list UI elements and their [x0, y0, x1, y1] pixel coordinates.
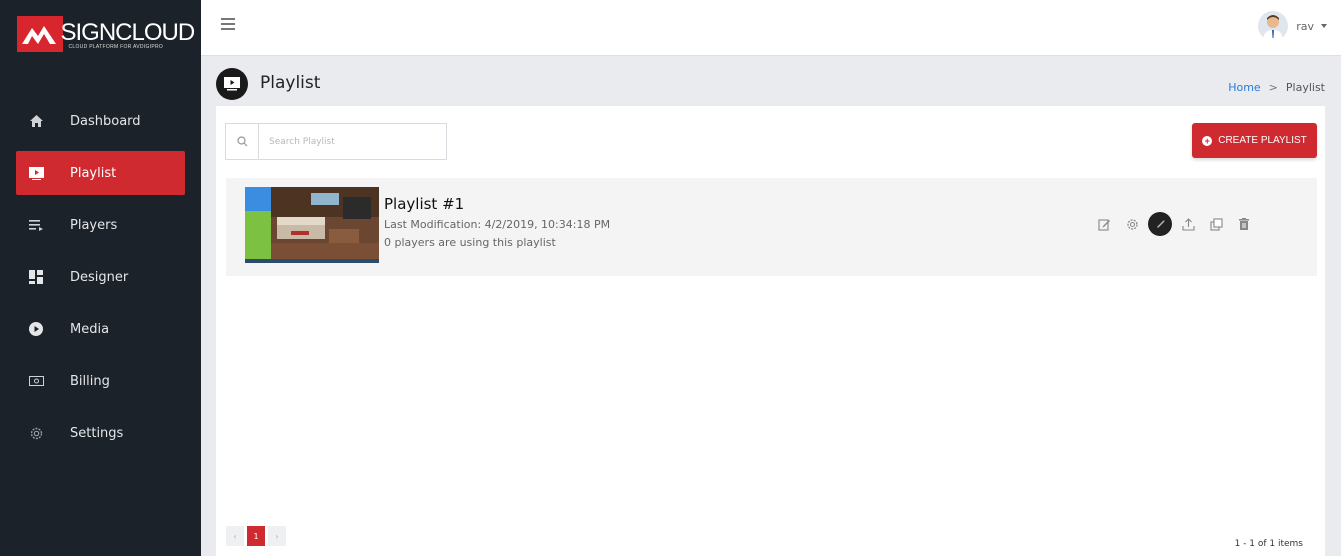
- breadcrumb-home-link[interactable]: Home: [1228, 81, 1260, 94]
- players-icon: [28, 217, 44, 233]
- username: rav: [1296, 19, 1314, 33]
- sidebar-item-players[interactable]: Players: [16, 203, 185, 247]
- pagination: ‹ 1 ›: [226, 526, 289, 546]
- media-icon: [28, 321, 44, 337]
- designer-icon: [28, 269, 44, 285]
- playlist-actions: [1092, 212, 1260, 236]
- sidebar-item-label: Players: [70, 217, 118, 233]
- gear-icon[interactable]: [1120, 212, 1144, 236]
- logo[interactable]: SIGNCLOUD CLOUD PLATFORM FOR AVDIGIPRO: [16, 14, 195, 54]
- pagination-summary: 1 - 1 of 1 items: [1234, 539, 1303, 549]
- gear-icon: [28, 425, 44, 441]
- chevron-down-icon: [1321, 24, 1327, 28]
- sidebar-item-label: Playlist: [70, 165, 117, 181]
- playlist-icon: [28, 165, 44, 181]
- attach-icon[interactable]: [1148, 212, 1172, 236]
- topbar: rav: [201, 0, 1341, 56]
- sidebar-item-label: Settings: [70, 425, 124, 441]
- create-playlist-button[interactable]: + CREATE PLAYLIST: [1192, 123, 1317, 158]
- duplicate-icon[interactable]: [1204, 212, 1228, 236]
- thumbnail-top-zone: [245, 187, 271, 211]
- sidebar-item-label: Media: [70, 321, 110, 337]
- playlist-title[interactable]: Playlist #1: [384, 195, 464, 213]
- sidebar-item-playlist[interactable]: Playlist: [16, 151, 185, 195]
- search-icon: [226, 124, 259, 159]
- logo-area: SIGNCLOUD CLOUD PLATFORM FOR AVDIGIPRO: [0, 0, 201, 67]
- user-menu[interactable]: rav: [1258, 11, 1327, 41]
- list-item[interactable]: Playlist #1 Last Modification: 4/2/2019,…: [226, 178, 1317, 276]
- billing-icon: [28, 373, 44, 389]
- page-button-1[interactable]: 1: [247, 526, 265, 546]
- playlist-modified: Last Modification: 4/2/2019, 10:34:18 PM: [384, 218, 611, 231]
- home-icon: [28, 113, 44, 129]
- breadcrumb-separator: >: [1268, 81, 1278, 94]
- thumbnail-side-zone: [245, 211, 271, 261]
- sidebar-item-label: Designer: [70, 269, 129, 285]
- upload-icon[interactable]: [1176, 212, 1200, 236]
- playlist-panel: + CREATE PLAYLIST Playlist #1 Last Modif…: [216, 106, 1325, 556]
- logo-tagline: CLOUD PLATFORM FOR AVDIGIPRO: [68, 43, 164, 50]
- edit-icon[interactable]: [1092, 212, 1116, 236]
- next-page-button[interactable]: ›: [268, 526, 286, 546]
- create-playlist-label: CREATE PLAYLIST: [1218, 135, 1307, 146]
- sidebar-item-billing[interactable]: Billing: [16, 359, 185, 403]
- sidebar-item-label: Dashboard: [70, 113, 141, 129]
- sidebar-item-label: Billing: [70, 373, 110, 389]
- sidebar-item-settings[interactable]: Settings: [16, 411, 185, 455]
- sidebar-item-media[interactable]: Media: [16, 307, 185, 351]
- thumbnail-ticker-zone: [245, 259, 379, 263]
- avatar: [1258, 11, 1289, 41]
- breadcrumb-current: Playlist: [1285, 81, 1325, 94]
- plus-circle-icon: +: [1202, 135, 1213, 146]
- search-input[interactable]: [269, 136, 439, 147]
- playlist-thumbnail[interactable]: [245, 187, 379, 263]
- hamburger-menu-icon[interactable]: [221, 18, 235, 32]
- logo-text: SIGNCLOUD: [60, 18, 196, 46]
- page-title: Playlist: [260, 73, 321, 93]
- sidebar-item-designer[interactable]: Designer: [16, 255, 185, 299]
- search-box: [225, 123, 447, 160]
- breadcrumb: Home > Playlist: [1228, 81, 1325, 94]
- playlist-icon: [216, 68, 248, 100]
- logo-mark-icon: [16, 15, 63, 52]
- prev-page-button[interactable]: ‹: [226, 526, 244, 546]
- sidebar-nav: Dashboard Playlist Players Designer Medi…: [0, 99, 201, 455]
- trash-icon[interactable]: [1232, 212, 1256, 236]
- room-image: [271, 187, 379, 261]
- playlist-usage: 0 players are using this playlist: [384, 236, 556, 249]
- sidebar: SIGNCLOUD CLOUD PLATFORM FOR AVDIGIPRO D…: [0, 0, 201, 556]
- sidebar-item-dashboard[interactable]: Dashboard: [16, 99, 185, 143]
